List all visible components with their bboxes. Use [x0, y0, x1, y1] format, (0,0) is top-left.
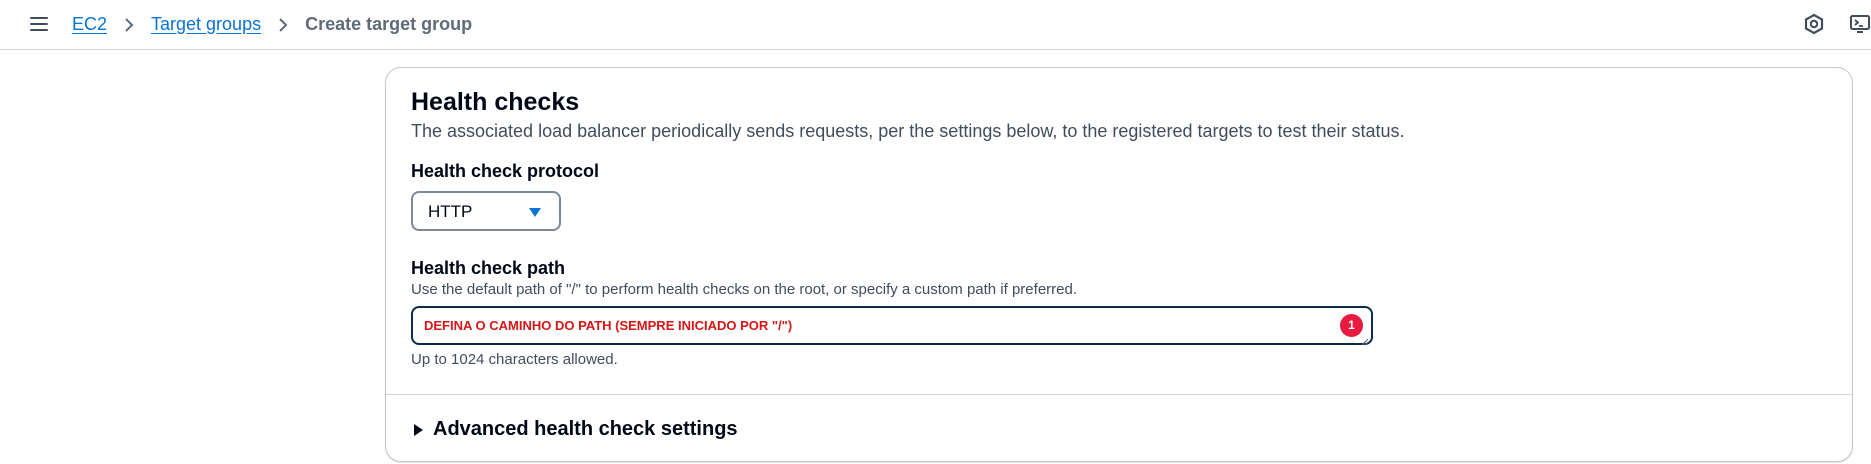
section-divider: [386, 394, 1852, 395]
advanced-health-check-settings-toggle[interactable]: Advanced health check settings: [411, 418, 738, 441]
breadcrumb-ec2[interactable]: EC2: [72, 14, 107, 35]
health-checks-panel: Health checks The associated load balanc…: [385, 67, 1853, 462]
caret-right-icon: [411, 423, 425, 437]
chevron-right-icon: [261, 14, 305, 35]
menu-icon[interactable]: [28, 13, 50, 35]
health-check-path-description: Use the default path of "/" to perform h…: [411, 281, 1077, 298]
breadcrumb: EC2 Target groups Create target group: [72, 12, 472, 36]
issue-count-badge[interactable]: 1: [1340, 314, 1363, 337]
health-check-path-label: Health check path: [411, 258, 566, 278]
health-check-protocol-label: Health check protocol: [411, 161, 600, 181]
health-check-path-input[interactable]: DEFINA O CAMINHO DO PATH (SEMPRE INICIAD…: [411, 306, 1373, 346]
health-check-path-constraint: Up to 1024 characters allowed.: [411, 351, 618, 368]
notifications-icon[interactable]: [1803, 13, 1825, 35]
breadcrumb-target-groups[interactable]: Target groups: [151, 14, 261, 35]
top-navigation-bar: EC2 Target groups Create target group: [0, 0, 1871, 50]
cloudshell-icon[interactable]: [1849, 13, 1871, 35]
health-check-protocol-value: HTTP: [428, 202, 473, 221]
resize-grip-icon[interactable]: [1361, 333, 1369, 346]
health-check-path-value: DEFINA O CAMINHO DO PATH (SEMPRE INICIAD…: [424, 318, 793, 333]
panel-description: The associated load balancer periodicall…: [411, 121, 1405, 141]
panel-title: Health checks: [411, 88, 580, 116]
health-check-protocol-select[interactable]: HTTP: [411, 191, 561, 231]
advanced-health-check-settings-label: Advanced health check settings: [433, 418, 738, 440]
breadcrumb-current-page: Create target group: [305, 13, 473, 34]
chevron-right-icon: [107, 14, 151, 35]
caret-down-icon: [528, 206, 542, 224]
